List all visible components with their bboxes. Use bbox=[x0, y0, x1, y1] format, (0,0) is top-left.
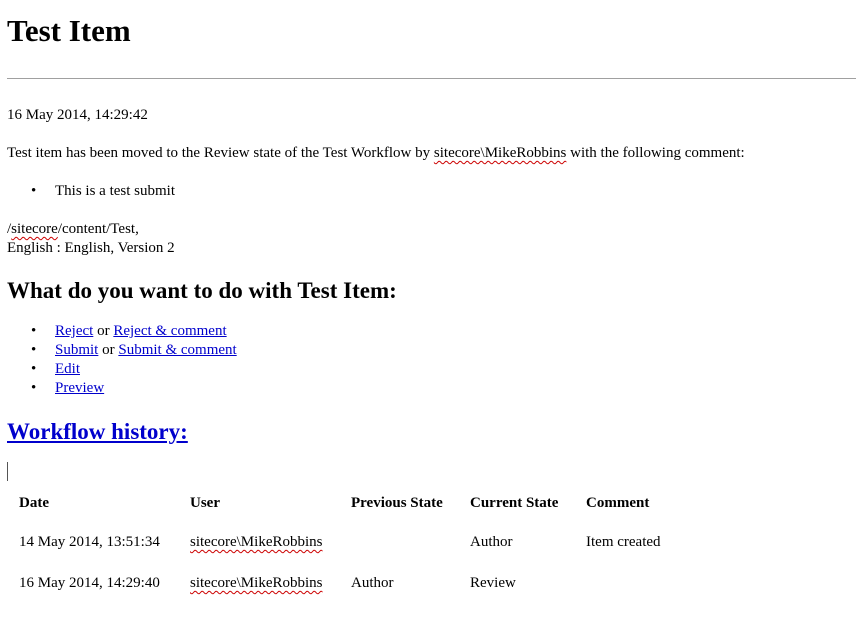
path-sitecore: sitecore bbox=[11, 221, 58, 237]
cell-comment: Item created bbox=[586, 534, 661, 550]
action-item-edit: Edit bbox=[7, 360, 237, 379]
message-user: sitecore\MikeRobbins bbox=[433, 145, 567, 161]
cell-previous-state: Author bbox=[351, 575, 394, 591]
cell-date: 16 May 2014, 14:29:40 bbox=[19, 575, 160, 591]
cell-current-state: Review bbox=[470, 575, 516, 591]
header-comment: Comment bbox=[586, 494, 650, 511]
table-row: 14 May 2014, 13:51:34 sitecore\MikeRobbi… bbox=[7, 522, 717, 563]
action-item-preview: Preview bbox=[7, 379, 237, 398]
preview-link[interactable]: Preview bbox=[55, 380, 104, 396]
cell-user-text: sitecore\MikeRobbins bbox=[190, 534, 323, 550]
header-current-state: Current State bbox=[470, 494, 559, 511]
history-header-row: Date User Previous State Current State C… bbox=[7, 484, 717, 522]
edit-link[interactable]: Edit bbox=[55, 361, 80, 377]
cell-user: sitecore\MikeRobbins bbox=[178, 522, 339, 563]
item-path: /sitecore/content/Test, bbox=[7, 220, 139, 239]
message-suffix: with the following comment: bbox=[566, 145, 745, 161]
divider bbox=[7, 78, 856, 79]
submit-link[interactable]: Submit bbox=[55, 342, 98, 358]
cell-date: 14 May 2014, 13:51:34 bbox=[19, 534, 160, 550]
reject-comment-link[interactable]: Reject & comment bbox=[113, 323, 226, 339]
action-item-reject: Reject or Reject & comment bbox=[7, 322, 237, 341]
actions-question: What do you want to do with Test Item: bbox=[7, 278, 397, 303]
text-cursor bbox=[7, 462, 8, 481]
cell-user-text: sitecore\MikeRobbins bbox=[190, 575, 323, 591]
language-version: English : English, Version 2 bbox=[7, 240, 175, 256]
reject-link[interactable]: Reject bbox=[55, 323, 93, 339]
header-previous-state: Previous State bbox=[351, 494, 443, 511]
path-rest: /content/Test, bbox=[57, 221, 139, 237]
cell-current-state: Author bbox=[470, 534, 513, 550]
email-page: Test Item 16 May 2014, 14:29:42 Test ite… bbox=[0, 0, 857, 638]
action-item-submit: Submit or Submit & comment bbox=[7, 341, 237, 360]
page-title: Test Item bbox=[7, 13, 131, 48]
event-date: 16 May 2014, 14:29:42 bbox=[7, 107, 148, 123]
header-user: User bbox=[190, 494, 220, 511]
message-prefix: Test item has been moved to the Review s… bbox=[7, 145, 434, 161]
history-table: Date User Previous State Current State C… bbox=[7, 484, 717, 604]
or-text: or bbox=[98, 342, 119, 358]
action-list: Reject or Reject & comment Submit or Sub… bbox=[7, 322, 237, 398]
workflow-history-link[interactable]: Workflow history: bbox=[7, 418, 188, 446]
header-date: Date bbox=[19, 494, 49, 511]
or-text: or bbox=[93, 323, 114, 339]
cell-comment bbox=[574, 563, 717, 604]
comment-list: This is a test submit bbox=[7, 182, 175, 201]
workflow-message: Test item has been moved to the Review s… bbox=[7, 144, 745, 163]
cell-user: sitecore\MikeRobbins bbox=[178, 563, 339, 604]
cell-previous-state bbox=[339, 522, 458, 563]
table-row: 16 May 2014, 14:29:40 sitecore\MikeRobbi… bbox=[7, 563, 717, 604]
submit-comment-link[interactable]: Submit & comment bbox=[118, 342, 236, 358]
comment-item: This is a test submit bbox=[7, 182, 175, 201]
